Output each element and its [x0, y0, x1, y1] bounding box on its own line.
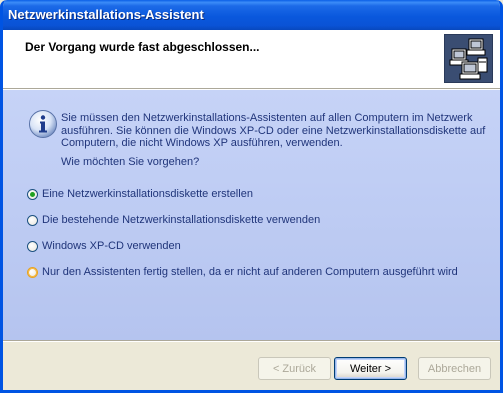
question-label: Wie möchten Sie vorgehen? — [61, 156, 200, 168]
radio-finish-only[interactable] — [27, 266, 38, 278]
title-bar[interactable]: Netzwerkinstallations-Assistent — [3, 0, 500, 30]
next-button[interactable]: Weiter > — [334, 357, 407, 380]
option-label: Windows XP-CD verwenden — [42, 240, 181, 252]
radio-selected-dot — [30, 191, 35, 197]
option-label: Die bestehende Netzwerkinstallationsdisk… — [42, 214, 321, 226]
cancel-button[interactable]: Abbrechen — [418, 357, 491, 380]
radio-xp-cd[interactable] — [27, 240, 38, 252]
wizard-window: Netzwerkinstallations-Assistent Der Vorg… — [0, 0, 503, 393]
header-title: Der Vorgang wurde fast abgeschlossen... — [25, 40, 260, 54]
info-text: Sie müssen den Netzwerkinstallations-Ass… — [61, 112, 486, 149]
option-label: Eine Netzwerkinstallationsdiskette erste… — [42, 188, 253, 200]
option-finish-only[interactable]: Nur den Assistenten fertig stellen, da e… — [27, 264, 458, 280]
back-button[interactable]: < Zurück — [258, 357, 331, 380]
footer-divider — [3, 340, 500, 342]
option-label: Nur den Assistenten fertig stellen, da e… — [42, 266, 458, 278]
network-computers-icon — [444, 34, 493, 83]
option-existing-disk[interactable]: Die bestehende Netzwerkinstallationsdisk… — [27, 212, 320, 228]
wizard-header: Der Vorgang wurde fast abgeschlossen... — [3, 30, 500, 88]
window-title: Netzwerkinstallations-Assistent — [8, 7, 204, 22]
info-icon — [29, 110, 57, 138]
wizard-content: Sie müssen den Netzwerkinstallations-Ass… — [3, 90, 500, 340]
option-xp-cd[interactable]: Windows XP-CD verwenden — [27, 238, 181, 254]
radio-create-disk[interactable] — [27, 188, 38, 200]
option-create-disk[interactable]: Eine Netzwerkinstallationsdiskette erste… — [27, 186, 253, 202]
radio-existing-disk[interactable] — [27, 214, 38, 226]
